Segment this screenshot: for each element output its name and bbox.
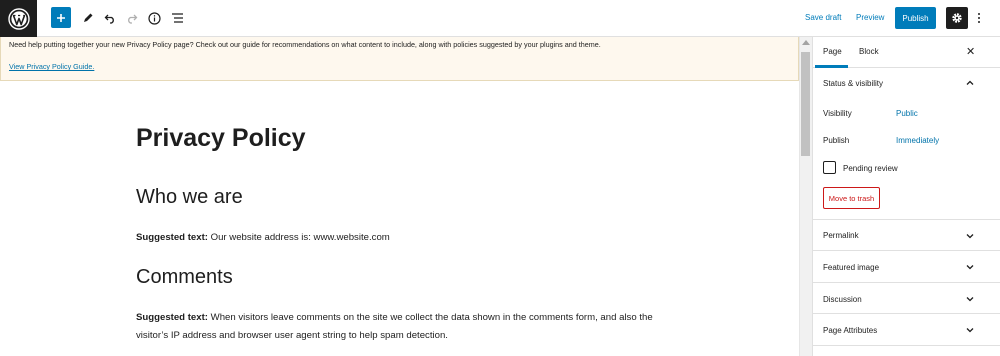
add-block-button[interactable]	[51, 7, 71, 28]
sidebar-tabs: Page Block ✕	[813, 37, 1000, 68]
page-title[interactable]: Privacy Policy	[136, 124, 306, 153]
paragraph-block[interactable]: Suggested text: When visitors leave comm…	[136, 309, 666, 345]
notice-text: Need help putting together your new Priv…	[9, 40, 601, 49]
tab-block[interactable]: Block	[859, 47, 879, 56]
list-view-button[interactable]	[166, 7, 188, 29]
chevron-up-icon[interactable]	[965, 78, 975, 88]
redo-icon	[128, 14, 138, 24]
pending-review-label[interactable]: Pending review	[843, 164, 898, 173]
divider	[813, 313, 1000, 314]
divider	[813, 250, 1000, 251]
settings-sidebar: Page Block ✕ Status & visibility Visibil…	[812, 37, 1000, 356]
tab-page[interactable]: Page	[823, 47, 842, 56]
tools-button[interactable]	[77, 7, 99, 29]
settings-button[interactable]	[946, 7, 968, 29]
wordpress-logo-icon[interactable]	[0, 0, 37, 37]
divider	[813, 219, 1000, 220]
visibility-toggle[interactable]: Public	[896, 109, 918, 118]
chevron-down-icon[interactable]	[965, 294, 975, 304]
paragraph-text: Our website address is: www.website.com	[207, 232, 390, 243]
undo-icon	[104, 14, 114, 24]
chevron-down-icon[interactable]	[965, 325, 975, 335]
list-view-icon	[171, 13, 183, 23]
scroll-up-arrow[interactable]	[802, 40, 810, 45]
save-draft-button[interactable]: Save draft	[805, 13, 841, 22]
more-options-button[interactable]	[974, 9, 984, 27]
publish-date-toggle[interactable]: Immediately	[896, 136, 939, 145]
divider	[813, 282, 1000, 283]
move-to-trash-button[interactable]: Move to trash	[823, 187, 880, 209]
editor-toolbar: Save draft Preview Publish	[0, 0, 1000, 37]
publish-label: Publish	[823, 136, 850, 145]
suggested-text-label: Suggested text:	[136, 312, 208, 323]
panel-permalink[interactable]: Permalink	[823, 231, 859, 240]
info-icon	[147, 11, 161, 25]
scrollbar-thumb[interactable]	[801, 52, 810, 156]
pending-review-checkbox[interactable]	[823, 161, 836, 174]
close-icon[interactable]: ✕	[966, 45, 975, 58]
privacy-guide-link[interactable]: View Privacy Policy Guide.	[9, 62, 94, 71]
gear-icon	[952, 13, 962, 23]
paragraph-text: When visitors leave comments on the site…	[136, 312, 653, 341]
privacy-policy-notice: Need help putting together your new Priv…	[0, 37, 799, 81]
active-tab-indicator	[815, 65, 848, 68]
panel-page-attributes[interactable]: Page Attributes	[823, 326, 877, 335]
section-heading[interactable]: Who we are	[136, 186, 243, 209]
status-visibility-title[interactable]: Status & visibility	[823, 79, 883, 88]
redo-button[interactable]	[121, 7, 143, 29]
pencil-icon	[84, 13, 93, 22]
section-heading[interactable]: Comments	[136, 266, 233, 289]
visibility-label: Visibility	[823, 109, 852, 118]
plus-icon	[57, 13, 65, 22]
details-button[interactable]	[143, 7, 165, 29]
preview-button[interactable]: Preview	[856, 13, 884, 22]
chevron-down-icon[interactable]	[965, 231, 975, 241]
suggested-text-label: Suggested text:	[136, 232, 208, 243]
paragraph-block[interactable]: Suggested text: Our website address is: …	[136, 229, 666, 247]
more-vertical-icon	[978, 13, 980, 15]
chevron-down-icon[interactable]	[965, 262, 975, 272]
undo-button[interactable]	[99, 7, 121, 29]
panel-featured-image[interactable]: Featured image	[823, 263, 879, 272]
publish-button[interactable]: Publish	[895, 7, 936, 29]
editor-canvas: Privacy Policy Who we are Suggested text…	[0, 81, 799, 356]
panel-discussion[interactable]: Discussion	[823, 295, 862, 304]
divider	[813, 345, 1000, 346]
